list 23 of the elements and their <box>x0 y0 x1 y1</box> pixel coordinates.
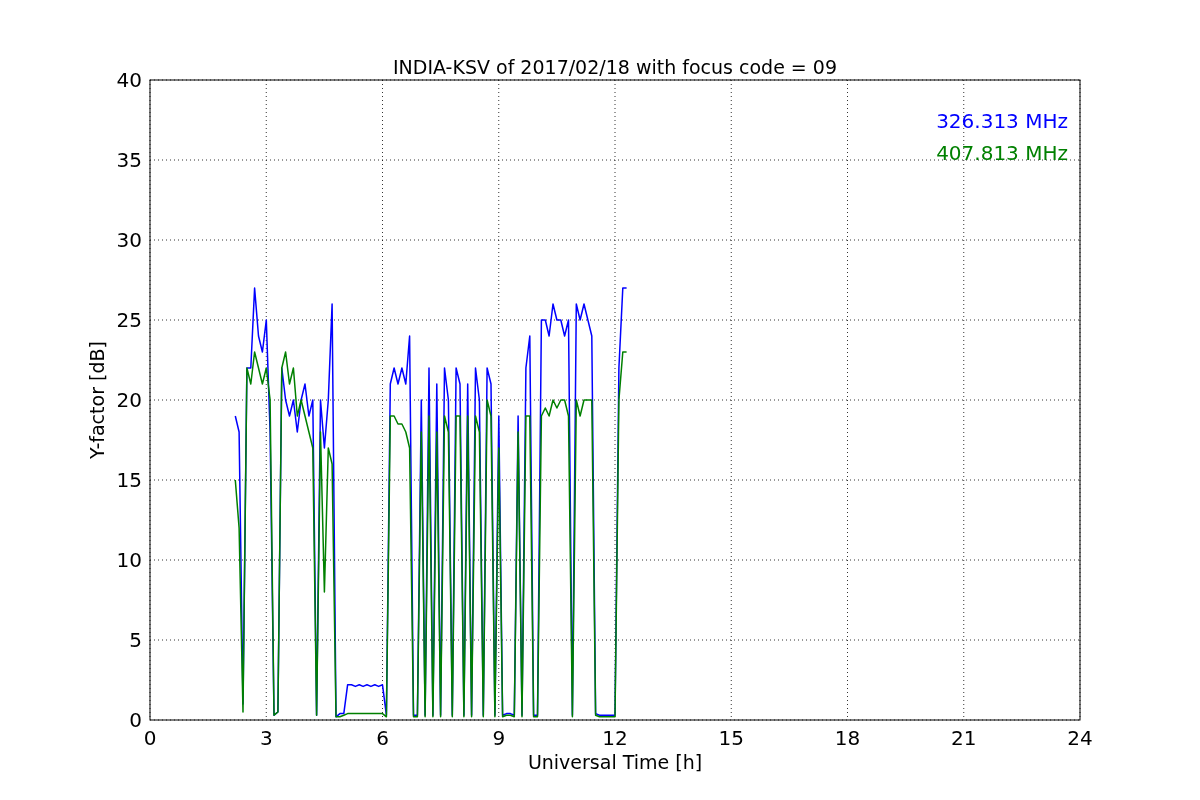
tick-label: 0 <box>129 708 142 732</box>
axis-label: Universal Time [h] <box>527 751 703 773</box>
axis-label: Y-factor [dB] <box>86 341 108 459</box>
tick-label: 15 <box>718 726 744 750</box>
tick-label: 5 <box>129 628 142 652</box>
tick-label: 25 <box>116 308 142 332</box>
tick-label: 35 <box>116 148 142 172</box>
tick-label: 9 <box>492 726 506 750</box>
tick-label: 12 <box>602 726 628 750</box>
tick-label: 15 <box>116 468 142 492</box>
tick-label: 10 <box>116 548 142 572</box>
tick-label: 21 <box>951 726 977 750</box>
tick-label: 30 <box>116 228 142 252</box>
legend-label: 326.313 MHz <box>936 109 1068 133</box>
tick-label: 3 <box>259 726 273 750</box>
chart-title: INDIA-KSV of 2017/02/18 with focus code = 09 <box>393 56 837 78</box>
tick-label: 18 <box>834 726 861 750</box>
tick-label: 6 <box>376 726 389 750</box>
legend-label: 407.813 MHz <box>936 141 1068 165</box>
tick-label: 0 <box>143 726 157 750</box>
tick-label: 24 <box>1067 726 1093 750</box>
tick-label: 40 <box>116 68 142 92</box>
tick-label: 20 <box>116 388 142 412</box>
